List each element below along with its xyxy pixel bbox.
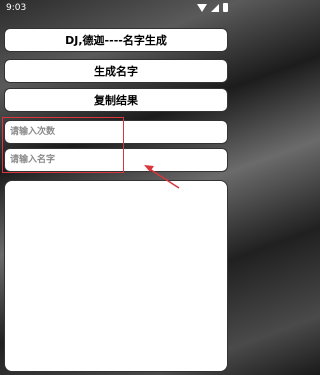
status-bar: 9:03	[0, 0, 233, 18]
count-input[interactable]	[8, 126, 222, 138]
result-text	[5, 181, 227, 189]
name-field[interactable]	[4, 148, 228, 172]
title-button[interactable]: DJ,德迦----名字生成	[4, 28, 228, 52]
wifi-icon	[197, 3, 207, 12]
name-input[interactable]	[8, 154, 222, 166]
status-icons	[197, 3, 228, 12]
copy-result-button[interactable]: 复制结果	[4, 88, 228, 112]
copy-result-button-label: 复制结果	[94, 94, 138, 107]
generate-name-button[interactable]: 生成名字	[4, 59, 228, 83]
count-field[interactable]	[4, 120, 228, 144]
signal-icon	[211, 3, 219, 12]
title-button-label: DJ,德迦----名字生成	[65, 34, 167, 47]
generate-name-button-label: 生成名字	[94, 65, 138, 78]
status-time: 9:03	[6, 3, 27, 13]
result-box[interactable]	[4, 180, 228, 372]
battery-icon	[223, 3, 228, 12]
